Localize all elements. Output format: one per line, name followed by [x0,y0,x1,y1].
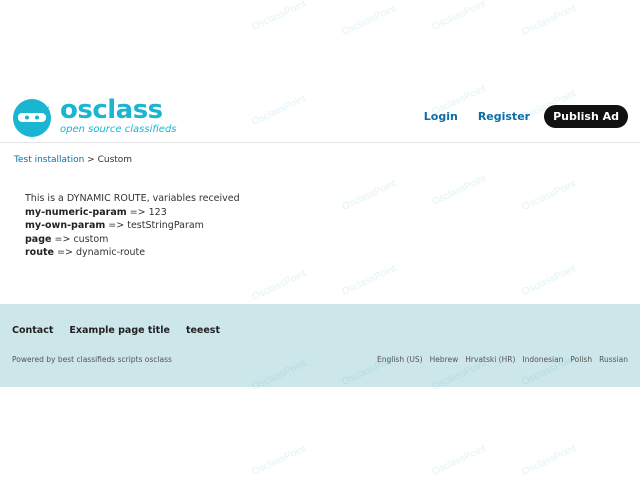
header-nav: Login Register Publish Ad [404,105,628,128]
param-key: route [25,247,54,258]
watermark-text: OsclassPoint [250,268,308,303]
param-value: custom [73,233,109,245]
param-value: dynamic-route [75,247,146,258]
language-english-us[interactable]: English (US) [377,355,423,364]
param-row: my-numeric-param => 123 [25,206,240,220]
publish-ad-button[interactable]: Publish Ad [544,105,628,128]
param-row: my-own-param => testStringParam [25,219,240,233]
breadcrumb-separator: > [87,155,95,165]
page: osclass open source classifieds Login Re… [0,0,640,480]
login-link[interactable]: Login [424,110,458,123]
powered-by-link[interactable]: best classifieds scripts osclass [58,355,172,364]
watermark-text: OsclassPoint [340,263,398,298]
ninja-logo-icon [13,99,51,137]
watermark-text: OsclassPoint [340,3,398,38]
site-logo[interactable]: osclass open source classifieds [12,96,182,138]
powered-by: Powered by best classifieds scripts oscl… [12,355,172,364]
param-row: route => dynamic-route [25,246,240,260]
site-footer: Contact Example page title teeest Powere… [0,304,640,387]
language-hebrew[interactable]: Hebrew [430,355,459,364]
watermark-text: OsclassPoint [250,0,308,33]
footer-link-example-page[interactable]: Example page title [69,325,170,336]
param-row: page => custom [25,233,240,247]
watermark-text: OsclassPoint [430,173,488,208]
watermark-text: OsclassPoint [250,443,308,478]
param-key: my-numeric-param [25,206,127,218]
breadcrumb-current: Custom [97,155,133,165]
site-header: osclass open source classifieds Login Re… [0,90,640,143]
param-arrow: => [57,247,73,258]
logo-wordmark: osclass [60,95,163,125]
register-link[interactable]: Register [478,110,530,123]
watermark-text: OsclassPoint [520,263,578,298]
watermark-text: OsclassPoint [520,178,578,213]
powered-prefix: Powered by [12,355,56,364]
watermark-text: OsclassPoint [340,178,398,213]
param-value: testStringParam [127,220,204,231]
language-selector: English (US) Hebrew Hrvatski (HR) Indone… [370,355,628,364]
footer-links: Contact Example page title teeest [12,325,236,336]
param-key: my-own-param [25,220,106,231]
watermark-text: OsclassPoint [520,3,578,38]
watermark-text: OsclassPoint [520,443,578,478]
param-key: page [25,233,52,245]
param-arrow: => [129,206,146,218]
param-arrow: => [54,233,71,245]
language-indonesian[interactable]: Indonesian [522,355,563,364]
language-polish[interactable]: Polish [570,355,592,364]
footer-link-teeest[interactable]: teeest [186,325,220,336]
param-value: 123 [148,206,167,218]
watermark-text: OsclassPoint [430,443,488,478]
language-hrvatski[interactable]: Hrvatski (HR) [465,355,515,364]
language-russian[interactable]: Russian [599,355,628,364]
footer-link-contact[interactable]: Contact [12,325,53,336]
logo-tagline: open source classifieds [60,124,177,135]
param-arrow: => [108,220,125,231]
breadcrumb: Test installation > Custom [14,155,132,165]
breadcrumb-home-link[interactable]: Test installation [14,155,84,165]
route-intro-text: This is a DYNAMIC ROUTE, variables recei… [25,193,240,204]
main-content: This is a DYNAMIC ROUTE, variables recei… [25,192,240,260]
watermark-text: OsclassPoint [430,0,488,33]
